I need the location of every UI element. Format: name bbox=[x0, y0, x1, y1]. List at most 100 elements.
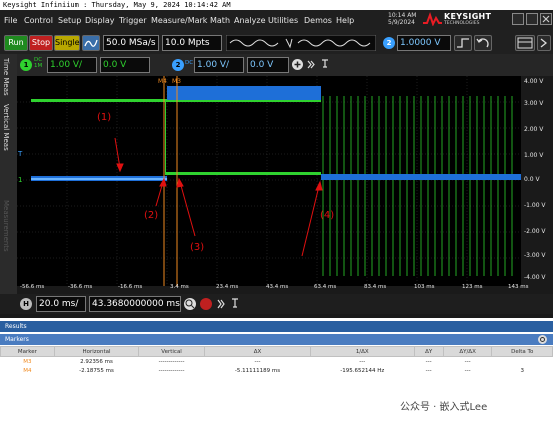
vlabel-4v: 4.00 V bbox=[524, 78, 544, 85]
tlabel-1: -36.6 ms bbox=[68, 284, 93, 290]
annotation-4: (4) bbox=[320, 210, 335, 221]
more-toolbar-button[interactable] bbox=[537, 35, 551, 51]
menu-math[interactable]: Math bbox=[210, 16, 230, 25]
col-inverse-delta-x[interactable]: 1/ΔX bbox=[310, 346, 415, 357]
tab-vertical-meas[interactable]: Vertical Meas bbox=[2, 104, 10, 151]
row-m4-marker: M4 bbox=[23, 367, 32, 374]
stop-button[interactable]: Stop bbox=[29, 35, 53, 51]
menu-display[interactable]: Display bbox=[85, 16, 115, 25]
auto-scale-button[interactable] bbox=[82, 35, 100, 51]
expand-horizontal-icon[interactable] bbox=[216, 298, 226, 310]
row-m4-slope: --- bbox=[464, 367, 471, 374]
table-row[interactable]: M3 2.92356 ms ------------- --- --- --- … bbox=[1, 357, 553, 367]
annotation-2: (2) bbox=[144, 210, 159, 221]
brand-subtitle: TECHNOLOGIES bbox=[444, 21, 480, 26]
col-delta-y[interactable]: ΔY bbox=[413, 346, 444, 357]
menu-demos[interactable]: Demos bbox=[304, 16, 332, 25]
tab-measurements[interactable]: Measurements bbox=[2, 200, 10, 252]
ch1-offset-field[interactable]: 0.0 V bbox=[100, 57, 150, 73]
ch1-coupling[interactable]: DC 1M bbox=[34, 57, 42, 69]
row-m3-inverse-delta-x: --- bbox=[359, 358, 366, 365]
brand-name: KEYSIGHT bbox=[444, 12, 492, 21]
pin-horizontal-icon[interactable] bbox=[230, 297, 240, 310]
markers-tab[interactable]: Markers bbox=[0, 334, 553, 345]
horizontal-badge[interactable]: H bbox=[20, 298, 32, 310]
close-button[interactable] bbox=[540, 13, 552, 25]
vlabel-neg4v: -4.00 V bbox=[524, 274, 546, 281]
clock: 10:14 AM 5/9/2024 bbox=[388, 12, 416, 26]
time-position-field[interactable]: 43.3680000000 ms bbox=[89, 296, 181, 312]
menu-control[interactable]: Control bbox=[24, 16, 53, 25]
layout-icon bbox=[517, 37, 533, 49]
waveform-graticule bbox=[17, 76, 521, 286]
tab-time-meas[interactable]: Time Meas bbox=[2, 58, 10, 96]
record-button[interactable] bbox=[200, 298, 212, 310]
markers-table: Marker Horizontal Vertical ΔX 1/ΔX ΔY ΔY… bbox=[0, 346, 553, 375]
ch1-coupling-bottom: 1M bbox=[34, 63, 43, 69]
col-delta-to[interactable]: Delta To bbox=[491, 346, 553, 357]
window-title: Keysight Infiniium : Thursday, May 9, 20… bbox=[0, 0, 553, 10]
menu-file[interactable]: File bbox=[4, 16, 17, 25]
clock-date: 5/9/2024 bbox=[388, 19, 415, 26]
results-settings-button[interactable] bbox=[538, 335, 547, 344]
expand-channels-icon[interactable] bbox=[306, 59, 316, 70]
menu-utilities[interactable]: Utilities bbox=[268, 16, 298, 25]
ch2-offset-field[interactable]: 0.0 V bbox=[247, 57, 289, 73]
ch2-scale-field[interactable]: 1.00 V/ bbox=[194, 57, 244, 73]
col-horizontal[interactable]: Horizontal bbox=[53, 346, 140, 357]
memory-depth-field[interactable]: 10.0 Mpts bbox=[162, 35, 222, 51]
ch1-badge[interactable]: 1 bbox=[20, 59, 32, 71]
tlabel-6: 63.4 ms bbox=[314, 284, 337, 290]
pin-icon[interactable] bbox=[320, 58, 330, 70]
display-layout-button[interactable] bbox=[515, 35, 535, 51]
chevron-right-icon bbox=[540, 38, 548, 48]
tlabel-3: 3.4 ms bbox=[170, 284, 189, 290]
sample-rate-field[interactable]: 50.0 MSa/s bbox=[103, 35, 159, 51]
row-m4-delta-to: 3 bbox=[520, 367, 524, 374]
ch2-badge[interactable]: 2 bbox=[172, 59, 184, 71]
menu-analyze[interactable]: Analyze bbox=[234, 16, 266, 25]
ch2-coupling[interactable]: DC bbox=[185, 60, 193, 66]
time-scale-field[interactable]: 20.0 ms/ bbox=[36, 296, 86, 312]
marker-m3-label[interactable]: M3 bbox=[172, 78, 181, 85]
run-button[interactable]: Run bbox=[4, 35, 28, 51]
col-marker[interactable]: Marker bbox=[0, 346, 55, 357]
col-delta-y-over-delta-x[interactable]: ΔY/ΔX bbox=[442, 346, 493, 357]
ch1-scale-field[interactable]: 1.00 V/ bbox=[47, 57, 97, 73]
vlabel-0v: 0.0 V bbox=[524, 176, 540, 183]
rising-edge-icon bbox=[457, 38, 469, 48]
marker-m4-label[interactable]: M4 bbox=[158, 78, 167, 85]
undo-button[interactable] bbox=[474, 35, 492, 51]
trigger-level-field[interactable]: 1.0000 V bbox=[397, 35, 451, 51]
menu-trigger[interactable]: Trigger bbox=[119, 16, 147, 25]
row-m4-horizontal: -2.18755 ms bbox=[79, 367, 114, 374]
single-button[interactable]: Single bbox=[54, 35, 80, 51]
vlabel-2v: 2.00 V bbox=[524, 126, 544, 133]
clock-time: 10:14 AM bbox=[388, 12, 417, 19]
minimize-button[interactable] bbox=[512, 13, 524, 25]
zoom-button[interactable] bbox=[184, 298, 196, 310]
results-title: Results bbox=[0, 321, 553, 332]
row-m3-slope: --- bbox=[464, 358, 471, 365]
autoscale-icon bbox=[84, 39, 98, 47]
table-row[interactable]: M4 -2.18755 ms ------------- -5.11111189… bbox=[1, 366, 553, 375]
trigger-mode-button[interactable] bbox=[454, 35, 472, 51]
trigger-waveform-icon[interactable] bbox=[226, 35, 376, 51]
close-icon bbox=[542, 15, 550, 23]
col-delta-x[interactable]: ΔX bbox=[203, 346, 312, 357]
col-vertical[interactable]: Vertical bbox=[138, 346, 205, 357]
gear-icon bbox=[540, 337, 545, 342]
row-m4-inverse-delta-x: -195.652144 Hz bbox=[340, 367, 385, 374]
maximize-button[interactable] bbox=[526, 13, 538, 25]
row-m3-vertical: ------------- bbox=[158, 358, 185, 365]
menu-measure-mark[interactable]: Measure/Mark bbox=[151, 16, 207, 25]
tlabel-7: 83.4 ms bbox=[364, 284, 387, 290]
tlabel-9: 123 ms bbox=[462, 284, 483, 290]
menu-setup[interactable]: Setup bbox=[58, 16, 81, 25]
table-header: Marker Horizontal Vertical ΔX 1/ΔX ΔY ΔY… bbox=[0, 346, 553, 357]
row-m3-delta-y: --- bbox=[425, 358, 432, 365]
waveform-display[interactable] bbox=[17, 76, 521, 286]
trigger-source-badge[interactable]: 2 bbox=[383, 37, 395, 49]
add-channel-button[interactable] bbox=[292, 59, 303, 70]
menu-help[interactable]: Help bbox=[336, 16, 354, 25]
